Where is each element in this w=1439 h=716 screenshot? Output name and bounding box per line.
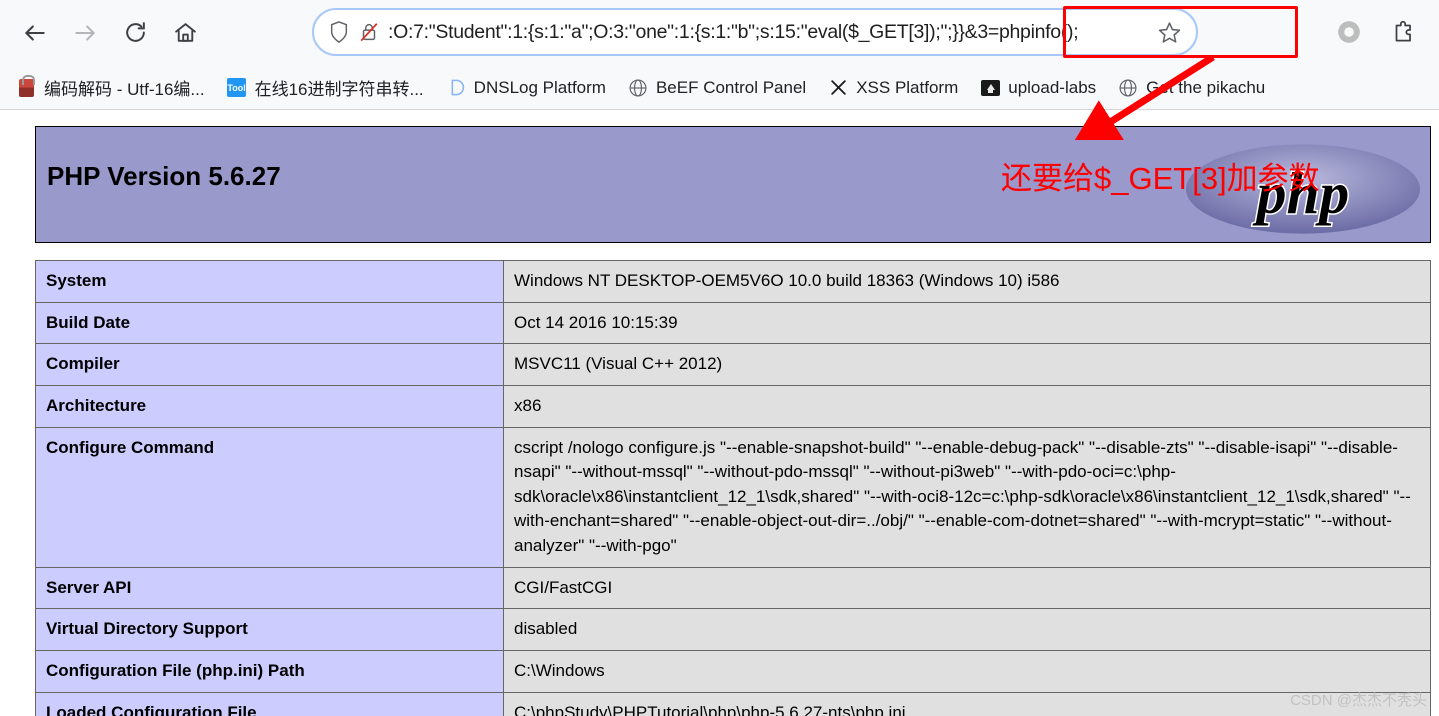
annotation-text: 还要给$_GET[3]加参数: [1001, 161, 1320, 196]
bookmark-label: 在线16进制字符串转...: [254, 80, 424, 99]
csdn-watermark: CSDN @杰杰不秃头: [1290, 692, 1427, 709]
bookmark-item-0[interactable]: 编码解码 - Utf-16编...: [8, 71, 213, 105]
reload-icon: [125, 22, 145, 42]
globe-favicon: [1118, 78, 1138, 98]
row-key: Loaded Configuration File: [35, 691, 504, 716]
dnslog-favicon: [446, 78, 466, 98]
bookmarks-bar: 编码解码 - Utf-16编... Tool 在线16进制字符串转... DNS…: [0, 66, 1439, 109]
globe-favicon: [628, 78, 648, 98]
row-key: Compiler: [35, 343, 504, 386]
arrow-left-icon: [25, 24, 45, 41]
row-value: C:\Windows: [503, 650, 1431, 693]
shield-icon[interactable]: [328, 20, 350, 44]
row-value: x86: [503, 384, 1431, 428]
lock-favicon: [16, 74, 36, 98]
bookmark-label: XSS Platform: [856, 77, 959, 97]
php-version-banner: PHP Version 5.6.27 php 还要给$_GET[3]加参数: [35, 126, 1431, 243]
tool-favicon: Tool: [227, 78, 247, 98]
row-value: disabled: [503, 608, 1431, 652]
bookmark-star-icon[interactable]: [1157, 20, 1182, 45]
bookmark-item-5[interactable]: upload-labs: [972, 71, 1104, 105]
row-value: Oct 14 2016 10:15:39: [503, 301, 1431, 345]
home-button[interactable]: [165, 13, 205, 53]
row-value: MSVC11 (Visual C++ 2012): [503, 343, 1431, 386]
bookmark-item-1[interactable]: Tool 在线16进制字符串转...: [219, 71, 432, 105]
table-row: Loaded Configuration File C:\phpStudy\PH…: [35, 691, 1431, 716]
folder-favicon: [980, 78, 1000, 98]
profile-circle-icon[interactable]: [1331, 14, 1367, 50]
arrow-right-icon: [75, 24, 95, 41]
phpinfo-page: PHP Version 5.6.27 php 还要给$_GET[3]加参数 Sy…: [0, 110, 1439, 716]
row-key: Server API: [35, 566, 504, 610]
row-key: Build Date: [35, 301, 504, 345]
bookmark-label: upload-labs: [1008, 77, 1097, 97]
bookmark-label: Get the pikachu: [1146, 77, 1266, 97]
url-input[interactable]: :O:7:"Student":1:{s:1:"a";O:3:"one":1:{s…: [388, 21, 1151, 44]
table-row: Server API CGI/FastCGI: [35, 566, 1431, 610]
reload-button[interactable]: [115, 13, 155, 53]
row-value: CGI/FastCGI: [503, 566, 1431, 610]
table-row: Virtual Directory Support disabled: [35, 608, 1431, 652]
bookmark-item-2[interactable]: DNSLog Platform: [438, 71, 614, 105]
row-key: Virtual Directory Support: [35, 608, 504, 652]
bookmark-label: 编码解码 - Utf-16编...: [44, 80, 205, 99]
table-row: Compiler MSVC11 (Visual C++ 2012): [35, 343, 1431, 386]
php-version-title: PHP Version 5.6.27: [47, 161, 281, 191]
forward-button[interactable]: [65, 13, 105, 53]
extensions-puzzle-icon[interactable]: [1385, 14, 1421, 50]
bookmark-item-4[interactable]: XSS Platform: [820, 71, 966, 105]
row-key: Configure Command: [35, 426, 504, 568]
row-value: cscript /nologo configure.js "--enable-s…: [503, 426, 1431, 568]
row-value: Windows NT DESKTOP-OEM5V6O 10.0 build 18…: [503, 260, 1431, 303]
address-bar[interactable]: :O:7:"Student":1:{s:1:"a";O:3:"one":1:{s…: [312, 8, 1198, 56]
table-row: Configuration File (php.ini) Path C:\Win…: [35, 650, 1431, 693]
row-key: System: [35, 260, 504, 303]
table-row: System Windows NT DESKTOP-OEM5V6O 10.0 b…: [35, 260, 1431, 303]
back-button[interactable]: [15, 13, 55, 53]
row-key: Architecture: [35, 384, 504, 428]
bookmark-item-6[interactable]: Get the pikachu: [1110, 71, 1273, 105]
table-row: Architecture x86: [35, 384, 1431, 428]
x-favicon: [828, 78, 848, 98]
table-row: Configure Command cscript /nologo config…: [35, 426, 1431, 568]
table-row: Build Date Oct 14 2016 10:15:39: [35, 301, 1431, 345]
bookmark-label: DNSLog Platform: [473, 77, 606, 97]
row-key: Configuration File (php.ini) Path: [35, 650, 504, 693]
home-icon: [174, 23, 196, 42]
lock-slash-icon[interactable]: [358, 20, 380, 44]
phpinfo-table: System Windows NT DESKTOP-OEM5V6O 10.0 b…: [35, 260, 1431, 716]
bookmark-item-3[interactable]: BeEF Control Panel: [620, 71, 814, 105]
browser-chrome: :O:7:"Student":1:{s:1:"a";O:3:"one":1:{s…: [0, 0, 1439, 110]
bookmark-label: BeEF Control Panel: [655, 77, 807, 97]
